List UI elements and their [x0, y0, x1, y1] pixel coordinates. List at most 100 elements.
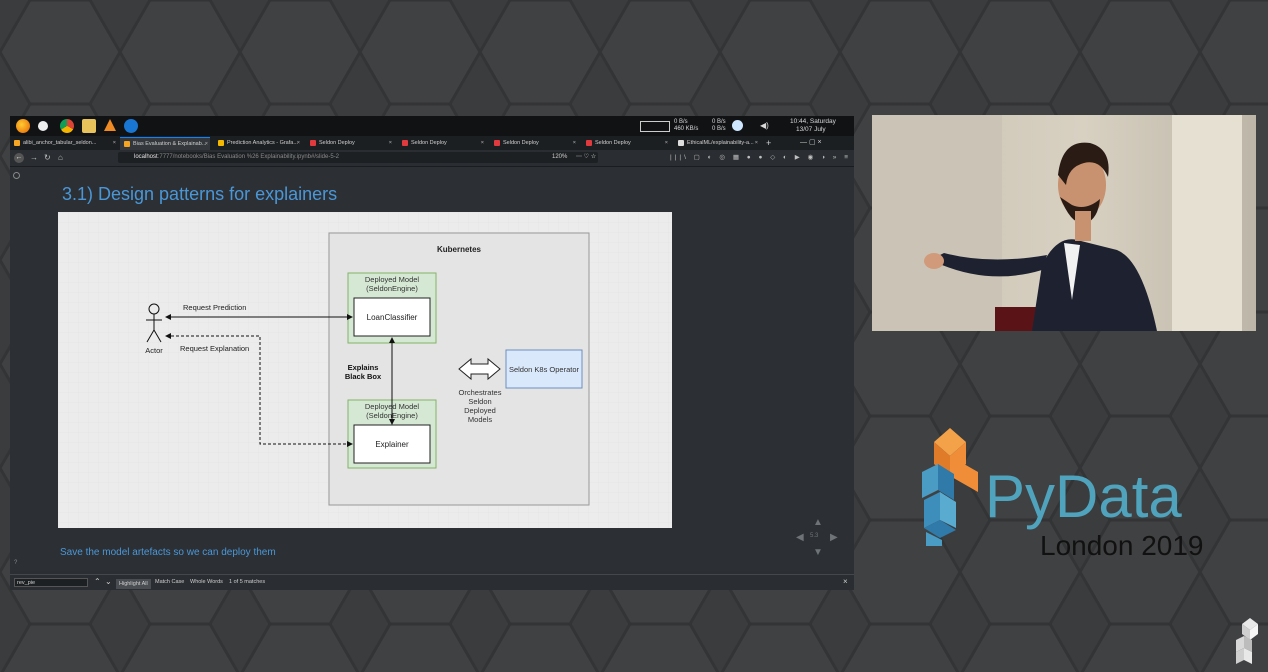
find-bar: rev_pie ⌃ ⌄ Highlight All Match Case Who… — [10, 574, 854, 590]
explains-line1: Explains — [348, 363, 379, 372]
request-explanation-label: Request Explanation — [180, 344, 249, 353]
tab-label: Seldon Deploy — [503, 140, 539, 146]
tab-close-icon[interactable]: × — [205, 138, 208, 150]
diagram-canvas: Kubernetes Deployed Model (SeldonEngine) … — [58, 212, 672, 528]
tab-label: alibi_anchor_tabular_seldon... — [23, 140, 97, 146]
url-path: :7777/notebooks/Bias Evaluation %26 Expl… — [157, 154, 340, 160]
clock-date[interactable]: 13/07 July — [796, 126, 826, 133]
projected-screen: 0 B/s 460 KB/s 0 B/s 0 B/s ◀) 10:44, Sat… — [10, 116, 854, 590]
tab-favicon-icon — [494, 139, 500, 146]
tab-label: EthicalML/explainability-a... — [687, 140, 754, 146]
nav-right-icon[interactable]: ▶ — [830, 532, 838, 543]
network-up: 0 B/s — [674, 119, 688, 125]
tab-close-icon[interactable]: × — [573, 137, 576, 149]
slide-navigator: ▲ ◀ ▶ ▼ 5.3 — [796, 517, 840, 561]
speaker-camera-feed — [872, 115, 1256, 331]
loan-classifier-label: LoanClassifier — [367, 313, 418, 322]
tab-favicon-icon — [124, 140, 130, 147]
help-icon[interactable]: ? — [14, 560, 17, 566]
deployed-model-1-line2: (SeldonEngine) — [366, 284, 418, 293]
browser-nav-bar: ← → ↻ ⌂ localhost:7777/notebooks/Bias Ev… — [10, 150, 854, 167]
url-bar[interactable]: localhost:7777/notebooks/Bias Evaluation… — [118, 152, 598, 163]
toolbar-extensions-icons[interactable]: |||\ ▢ ◐ ◎ ▦ ● ● ◇ ◐ ▶ ◉ ◑ » ≡ — [670, 153, 851, 163]
deployed-model-2-line2: (SeldonEngine) — [366, 411, 418, 420]
tab-favicon-icon — [402, 139, 408, 146]
tab-close-icon[interactable]: × — [113, 137, 116, 149]
reload-button[interactable]: ↻ — [44, 153, 51, 163]
browser-tab[interactable]: Bias Evaluation & Explainab... × — [120, 137, 210, 150]
find-prev-icon[interactable]: ⌃ — [94, 577, 101, 586]
browser-tab[interactable]: Seldon Deploy × — [582, 137, 670, 149]
find-close-button[interactable]: × — [843, 577, 848, 586]
tab-favicon-icon — [586, 139, 592, 146]
orch-line2: Seldon — [468, 397, 491, 406]
nav-down-icon[interactable]: ▼ — [813, 547, 823, 558]
slide-page-indicator: 5.3 — [810, 533, 819, 539]
architecture-diagram: Kubernetes Deployed Model (SeldonEngine) … — [58, 212, 672, 528]
deployed-model-1-label: Deployed Model (SeldonEngine) — [365, 275, 420, 293]
page-actions-icon[interactable]: ⋯ ♡ ☆ — [576, 152, 596, 163]
match-count: 1 of 5 matches — [229, 579, 266, 585]
forward-button[interactable]: → — [30, 153, 38, 163]
clock-time[interactable]: 10:44, Saturday — [790, 118, 836, 125]
taskbar: 0 B/s 460 KB/s 0 B/s 0 B/s ◀) 10:44, Sat… — [10, 116, 854, 136]
nav-left-icon[interactable]: ◀ — [796, 532, 804, 543]
slide-caption: Save the model artefacts so we can deplo… — [60, 547, 276, 558]
find-next-icon[interactable]: ⌄ — [105, 577, 112, 586]
tab-close-icon[interactable]: × — [389, 137, 392, 149]
speaker-video-frame — [872, 115, 1256, 331]
battery-icon — [640, 121, 670, 132]
tab-favicon-icon — [678, 139, 684, 146]
tab-label: Seldon Deploy — [595, 140, 631, 146]
deployed-model-1-line1: Deployed Model — [365, 275, 420, 284]
settings-dot-icon[interactable] — [13, 172, 20, 179]
pydata-logo-cube — [922, 428, 978, 546]
tab-label: Prediction Analytics - Grafa... — [227, 140, 298, 146]
match-case-toggle[interactable]: Match Case — [155, 579, 184, 585]
whole-words-toggle[interactable]: Whole Words — [190, 579, 223, 585]
folder-icon[interactable] — [82, 119, 96, 133]
browser-tab[interactable]: EthicalML/explainability-a... × — [674, 137, 760, 149]
deployed-model-2-line1: Deployed Model — [365, 402, 420, 411]
vlc-icon[interactable] — [104, 119, 116, 131]
highlight-all-toggle[interactable]: Highlight All — [116, 579, 151, 589]
tab-favicon-icon — [218, 139, 224, 146]
deployed-model-2-label: Deployed Model (SeldonEngine) — [365, 402, 420, 420]
tab-close-icon[interactable]: × — [755, 137, 758, 149]
nav-up-icon[interactable]: ▲ — [813, 517, 823, 528]
disk-write: 0 B/s — [712, 126, 726, 132]
browser-tab[interactable]: Seldon Deploy × — [490, 137, 578, 149]
orch-line4: Models — [468, 415, 492, 424]
app-icon-blue[interactable] — [124, 119, 138, 133]
weather-icon[interactable] — [732, 120, 743, 131]
new-tab-button[interactable]: + — [766, 137, 776, 149]
tab-close-icon[interactable]: × — [297, 137, 300, 149]
zoom-level[interactable]: 120% — [552, 152, 567, 163]
browser-tab[interactable]: Seldon Deploy × — [398, 137, 486, 149]
tab-close-icon[interactable]: × — [665, 137, 668, 149]
browser-tab[interactable]: Prediction Analytics - Grafa... × — [214, 137, 302, 149]
chrome-icon[interactable] — [60, 119, 74, 133]
home-button[interactable]: ⌂ — [58, 153, 63, 163]
volume-icon[interactable]: ◀) — [760, 121, 769, 130]
corner-cube-logo — [1236, 618, 1258, 664]
network-down: 460 KB/s — [674, 126, 699, 132]
slide-title: 3.1) Design patterns for explainers — [62, 184, 338, 204]
kubernetes-label: Kubernetes — [437, 245, 482, 254]
request-prediction-label: Request Prediction — [183, 303, 246, 312]
orch-line1: Orchestrates — [459, 388, 502, 397]
tab-label: Seldon Deploy — [319, 140, 355, 146]
tab-label: Bias Evaluation & Explainab... — [133, 141, 207, 147]
back-button[interactable]: ← — [14, 153, 24, 163]
browser-tab[interactable]: Seldon Deploy × — [306, 137, 394, 149]
find-input[interactable]: rev_pie — [14, 578, 88, 587]
window-controls[interactable]: — ▢ × — [800, 137, 854, 149]
firefox-icon[interactable] — [16, 119, 30, 133]
browser-tab[interactable]: alibi_anchor_tabular_seldon... × — [10, 137, 118, 149]
browser-tab-bar: alibi_anchor_tabular_seldon... × Bias Eval… — [10, 136, 854, 150]
notebook-slide: 3.1) Design patterns for explainers Kube… — [10, 167, 854, 571]
operator-label: Seldon K8s Operator — [509, 365, 580, 374]
tab-close-icon[interactable]: × — [481, 137, 484, 149]
app-icon-white[interactable] — [38, 121, 48, 131]
explains-line2: Black Box — [345, 372, 382, 381]
